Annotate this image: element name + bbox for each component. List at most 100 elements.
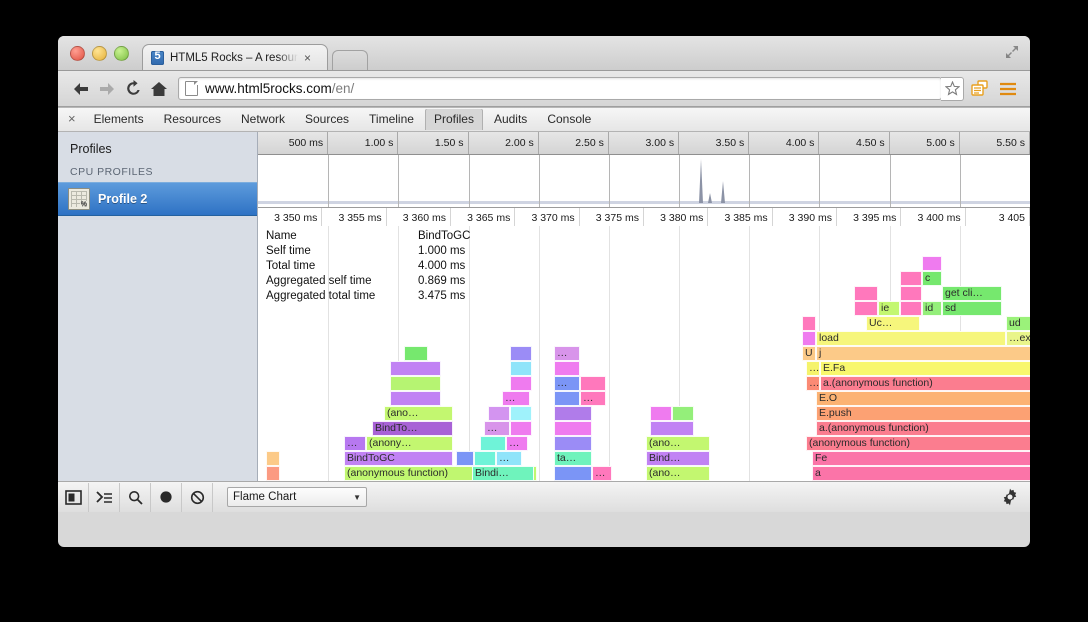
flame-bar[interactable]: id [922, 301, 942, 316]
flame-bar[interactable] [510, 361, 532, 376]
flame-bar[interactable] [510, 421, 532, 436]
flame-bar[interactable] [510, 346, 532, 361]
flame-bar[interactable] [488, 406, 510, 421]
flame-bar[interactable]: E.Fa [820, 361, 1030, 376]
flame-bar[interactable]: ud [1006, 316, 1030, 331]
profile-overview-minimap[interactable] [258, 155, 1030, 208]
flame-bar[interactable]: (ano… [384, 406, 453, 421]
flame-bar[interactable] [802, 316, 816, 331]
flame-bar[interactable]: BindTo… [372, 421, 453, 436]
flame-bar[interactable]: c [922, 271, 942, 286]
dock-position-icon[interactable] [58, 483, 89, 512]
flame-bar[interactable] [554, 391, 580, 406]
flame-bar[interactable]: … [580, 391, 606, 406]
zoom-window-button[interactable] [114, 46, 129, 61]
flame-bar[interactable] [650, 406, 672, 421]
fullscreen-icon[interactable] [1004, 44, 1020, 60]
flame-bar[interactable]: U [802, 346, 816, 361]
flame-bar[interactable] [650, 421, 694, 436]
flame-bar[interactable] [854, 301, 878, 316]
record-button[interactable] [151, 483, 182, 512]
flame-bar[interactable]: a.(anonymous function) [816, 421, 1030, 436]
flame-bar[interactable]: a [812, 466, 1030, 481]
flame-bar[interactable]: j [816, 346, 1030, 361]
flame-bar[interactable]: … [344, 436, 366, 451]
flame-bar[interactable]: (ano… [646, 466, 710, 481]
flame-bar[interactable]: (ano… [646, 436, 710, 451]
flame-bar[interactable] [390, 361, 441, 376]
flame-bar[interactable]: (anony… [366, 436, 453, 451]
flame-bar[interactable]: Uc… [866, 316, 920, 331]
tab-resources[interactable]: Resources [155, 109, 230, 130]
gear-icon[interactable] [1000, 487, 1020, 507]
flame-bar[interactable] [554, 436, 592, 451]
flame-bar[interactable] [900, 301, 922, 316]
flame-bar[interactable]: E.O [816, 391, 1030, 406]
flame-bar[interactable] [854, 286, 878, 301]
flame-bar[interactable] [580, 376, 606, 391]
minimize-window-button[interactable] [92, 46, 107, 61]
flame-bar[interactable] [554, 406, 592, 421]
flame-bar[interactable] [390, 391, 441, 406]
flame-bar[interactable]: E.push [816, 406, 1030, 421]
flame-bar[interactable]: load [816, 331, 1006, 346]
sidebar-item-profile-2[interactable]: Profile 2 [58, 182, 257, 216]
flame-bar[interactable] [510, 376, 532, 391]
flame-bar[interactable]: … [484, 421, 510, 436]
tab-audits[interactable]: Audits [485, 109, 536, 130]
flame-bar[interactable]: Bindi… [472, 466, 534, 481]
flame-bar[interactable] [554, 421, 592, 436]
flame-chart-canvas[interactable]: Name BindToGC Self time 1.000 ms Total t… [258, 226, 1030, 482]
flame-bar[interactable] [922, 256, 942, 271]
flame-bar[interactable] [900, 286, 922, 301]
flame-bar[interactable]: … [496, 451, 522, 466]
flame-bar[interactable]: … [554, 376, 580, 391]
reload-button[interactable] [120, 76, 146, 102]
forward-button[interactable] [94, 76, 120, 102]
flame-bar[interactable] [672, 406, 694, 421]
tab-profiles[interactable]: Profiles [425, 109, 483, 130]
new-tab-button[interactable] [332, 50, 368, 70]
flame-bar[interactable]: … [506, 436, 528, 451]
back-button[interactable] [68, 76, 94, 102]
console-drawer-icon[interactable] [89, 483, 120, 512]
tab-network[interactable]: Network [232, 109, 294, 130]
flame-bar[interactable] [456, 451, 474, 466]
flame-bar[interactable]: (anonymous function) [806, 436, 1030, 451]
flame-bar[interactable]: ie [878, 301, 900, 316]
overview-time-ruler[interactable]: 500 ms1.00 s1.50 s2.00 s2.50 s3.00 s3.50… [258, 132, 1030, 155]
view-mode-select[interactable]: Flame Chart ▼ [227, 487, 367, 507]
flame-bar[interactable] [390, 376, 441, 391]
tab-elements[interactable]: Elements [85, 109, 153, 130]
browser-tab[interactable]: HTML5 Rocks – A resource × [142, 44, 328, 70]
tab-sources[interactable]: Sources [296, 109, 358, 130]
flame-bar[interactable]: … [502, 391, 530, 406]
flame-bar[interactable] [266, 451, 280, 466]
flame-bar[interactable]: BindToGC [344, 451, 453, 466]
address-bar[interactable]: www.html5rocks.com/en/ [178, 77, 942, 100]
flame-bar[interactable]: …execute [1006, 331, 1030, 346]
flame-bar[interactable]: a.(anonymous function) [820, 376, 1030, 391]
flame-bar[interactable]: … [554, 346, 580, 361]
close-tab-icon[interactable]: × [304, 52, 311, 64]
home-button[interactable] [146, 76, 172, 102]
flame-bar[interactable]: get cli… [942, 286, 1002, 301]
flame-bar[interactable]: sd [942, 301, 1002, 316]
search-icon[interactable] [120, 483, 151, 512]
flame-bar[interactable]: Bind… [646, 451, 710, 466]
chrome-menu-icon[interactable] [996, 77, 1020, 101]
flame-bar[interactable] [554, 361, 580, 376]
flame-bar[interactable]: … [806, 361, 820, 376]
clear-profiles-icon[interactable] [182, 483, 213, 512]
flame-bar[interactable] [554, 466, 592, 481]
bookmark-star-icon[interactable] [941, 77, 964, 101]
flame-bar[interactable] [900, 271, 922, 286]
flame-bar[interactable]: … [806, 376, 820, 391]
tab-console[interactable]: Console [538, 109, 600, 130]
extension-icon[interactable] [968, 77, 992, 101]
flame-bar[interactable] [404, 346, 428, 361]
flame-bar[interactable] [480, 436, 506, 451]
flame-bar[interactable]: Fe [812, 451, 1030, 466]
flame-bar[interactable]: ta… [554, 451, 592, 466]
flame-bar[interactable] [474, 451, 496, 466]
